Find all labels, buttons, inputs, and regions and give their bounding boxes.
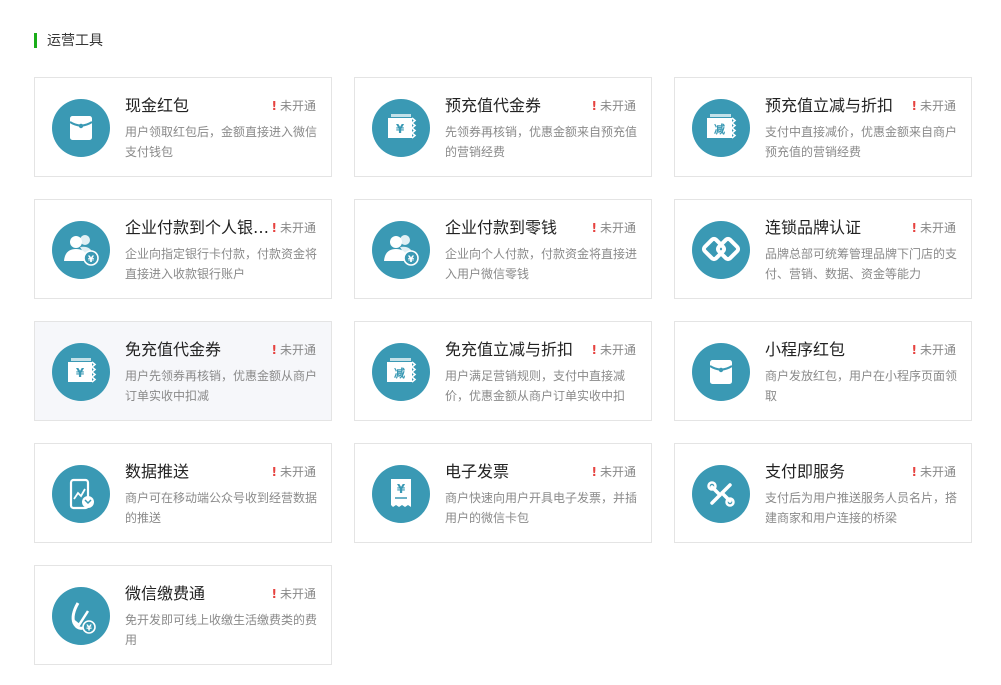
alert-icon: ! — [271, 99, 277, 113]
card-description: 支付后为用户推送服务人员名片，搭建商家和用户连接的桥梁 — [765, 491, 958, 525]
alert-icon: ! — [271, 221, 277, 235]
status-badge: ! 未开通 — [272, 585, 317, 603]
card-title: 企业付款到零钱 — [445, 218, 558, 237]
tool-card[interactable]: 小程序红包 ! 未开通 商户发放红包，用户在小程序页面领取 — [674, 321, 972, 421]
card-title: 免充值代金券 — [125, 340, 222, 359]
status-badge: ! 未开通 — [912, 97, 957, 115]
card-description: 免开发即可线上收缴生活缴费类的费用 — [125, 613, 318, 647]
alert-icon: ! — [271, 587, 277, 601]
card-title: 连锁品牌认证 — [765, 218, 862, 237]
section-accent-bar — [34, 32, 37, 48]
red-packet-icon — [52, 99, 110, 157]
status-text: 未开通 — [919, 221, 956, 235]
status-badge: ! 未开通 — [592, 463, 637, 481]
discount-ticket-icon — [372, 343, 430, 401]
status-text: 未开通 — [599, 465, 636, 479]
status-badge: ! 未开通 — [912, 219, 957, 237]
tool-card[interactable]: 免充值立减与折扣 ! 未开通 用户满足营销规则，支付中直接减价，优惠金额从商户订单… — [354, 321, 652, 421]
alert-icon: ! — [911, 465, 917, 479]
card-description: 商户可在移动端公众号收到经营数据的推送 — [125, 491, 318, 525]
alert-icon: ! — [911, 99, 917, 113]
card-title: 预充值立减与折扣 — [765, 96, 894, 115]
status-badge: ! 未开通 — [912, 463, 957, 481]
alert-icon: ! — [911, 343, 917, 357]
status-badge: ! 未开通 — [272, 341, 317, 359]
card-title: 微信缴费通 — [125, 584, 206, 603]
card-description: 商户发放红包，用户在小程序页面领取 — [765, 369, 958, 403]
tool-card[interactable]: 预充值立减与折扣 ! 未开通 支付中直接减价，优惠金额来自商户预充值的营销经费 — [674, 77, 972, 177]
card-title: 数据推送 — [125, 462, 190, 481]
service-link-icon — [692, 465, 750, 523]
tool-card[interactable]: 企业付款到零钱 ! 未开通 企业向个人付款，付款资金将直接进入用户微信零钱 — [354, 199, 652, 299]
section-title: 运营工具 — [47, 33, 103, 49]
status-badge: ! 未开通 — [912, 341, 957, 359]
card-description: 用户满足营销规则，支付中直接减价，优惠金额从商户订单实收中扣 — [445, 369, 626, 403]
tool-card[interactable]: 现金红包 ! 未开通 用户领取红包后，金额直接进入微信支付钱包 — [34, 77, 332, 177]
phone-chart-icon — [52, 465, 110, 523]
status-text: 未开通 — [279, 99, 316, 113]
card-title: 现金红包 — [125, 96, 190, 115]
voucher-yen-icon — [372, 99, 430, 157]
status-badge: ! 未开通 — [272, 463, 317, 481]
card-description: 先领券再核销，优惠金额来自预充值的营销经费 — [445, 125, 638, 159]
tool-card[interactable]: 电子发票 ! 未开通 商户快速向用户开具电子发票，并插用户的微信卡包 — [354, 443, 652, 543]
discount-ticket-icon — [692, 99, 750, 157]
card-description: 用户先领券再核销，优惠金额从商户订单实收中扣减 — [125, 369, 318, 403]
section-header: 运营工具 — [34, 31, 103, 49]
status-text: 未开通 — [599, 221, 636, 235]
status-text: 未开通 — [279, 465, 316, 479]
status-text: 未开通 — [919, 465, 956, 479]
status-text: 未开通 — [919, 343, 956, 357]
card-description: 企业向个人付款，付款资金将直接进入用户微信零钱 — [445, 247, 638, 281]
alert-icon: ! — [591, 221, 597, 235]
status-text: 未开通 — [279, 221, 316, 235]
tool-card[interactable]: 企业付款到个人银… ! 未开通 企业向指定银行卡付款，付款资金将直接进入收款银行账… — [34, 199, 332, 299]
users-payment-icon — [372, 221, 430, 279]
tool-card[interactable]: 微信缴费通 ! 未开通 免开发即可线上收缴生活缴费类的费用 — [34, 565, 332, 665]
status-badge: ! 未开通 — [272, 219, 317, 237]
card-title: 小程序红包 — [765, 340, 846, 359]
status-text: 未开通 — [599, 343, 636, 357]
tool-card[interactable]: 预充值代金券 ! 未开通 先领券再核销，优惠金额来自预充值的营销经费 — [354, 77, 652, 177]
status-badge: ! 未开通 — [592, 341, 637, 359]
card-description: 品牌总部可统筹管理品牌下门店的支付、营销、数据、资金等能力 — [765, 247, 958, 281]
voucher-yen-icon — [52, 343, 110, 401]
users-payment-icon — [52, 221, 110, 279]
alert-icon: ! — [591, 465, 597, 479]
status-text: 未开通 — [599, 99, 636, 113]
alert-icon: ! — [911, 221, 917, 235]
alert-icon: ! — [271, 465, 277, 479]
status-text: 未开通 — [279, 587, 316, 601]
card-title: 电子发票 — [445, 462, 510, 481]
card-description: 用户领取红包后，金额直接进入微信支付钱包 — [125, 125, 318, 159]
card-title: 企业付款到个人银… — [125, 218, 270, 237]
status-text: 未开通 — [279, 343, 316, 357]
card-title: 预充值代金券 — [445, 96, 542, 115]
card-title: 免充值立减与折扣 — [445, 340, 574, 359]
invoice-icon — [372, 465, 430, 523]
card-description: 企业向指定银行卡付款，付款资金将直接进入收款银行账户 — [125, 247, 318, 281]
alert-icon: ! — [271, 343, 277, 357]
tool-card[interactable]: 连锁品牌认证 ! 未开通 品牌总部可统筹管理品牌下门店的支付、营销、数据、资金等能… — [674, 199, 972, 299]
tool-card[interactable]: 免充值代金券 ! 未开通 用户先领券再核销，优惠金额从商户订单实收中扣减 — [34, 321, 332, 421]
card-title: 支付即服务 — [765, 462, 846, 481]
red-packet-icon — [692, 343, 750, 401]
card-description: 商户快速向用户开具电子发票，并插用户的微信卡包 — [445, 491, 638, 525]
chain-link-icon — [692, 221, 750, 279]
status-text: 未开通 — [919, 99, 956, 113]
status-badge: ! 未开通 — [272, 97, 317, 115]
status-badge: ! 未开通 — [592, 219, 637, 237]
alert-icon: ! — [591, 99, 597, 113]
alert-icon: ! — [591, 343, 597, 357]
tool-card[interactable]: 数据推送 ! 未开通 商户可在移动端公众号收到经营数据的推送 — [34, 443, 332, 543]
status-badge: ! 未开通 — [592, 97, 637, 115]
tool-card[interactable]: 支付即服务 ! 未开通 支付后为用户推送服务人员名片，搭建商家和用户连接的桥梁 — [674, 443, 972, 543]
bill-pay-icon — [52, 587, 110, 645]
card-description: 支付中直接减价，优惠金额来自商户预充值的营销经费 — [765, 125, 958, 159]
